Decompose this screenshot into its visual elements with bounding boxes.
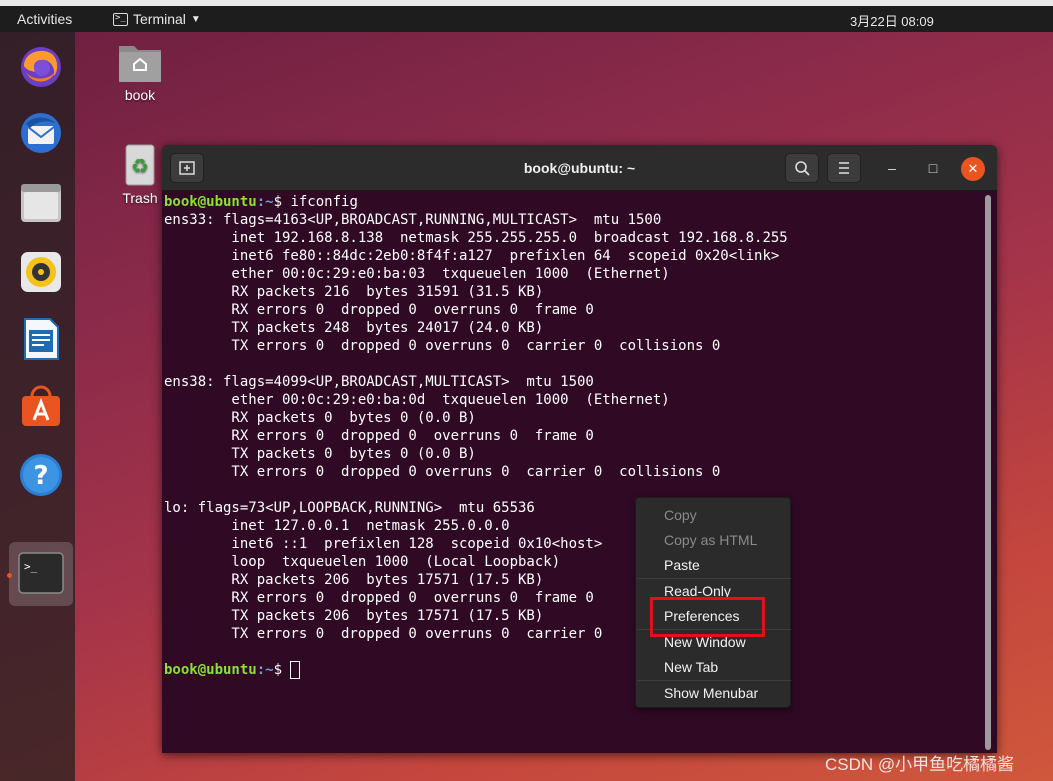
- libreoffice-writer-icon[interactable]: [18, 316, 64, 362]
- text-cursor: [290, 661, 301, 679]
- app-menu-label: Terminal: [133, 11, 186, 27]
- trash-desktop-icon[interactable]: ♻ Trash: [115, 143, 165, 206]
- running-indicator: [7, 573, 12, 578]
- output-line: ether 00:0c:29:e0:ba:0d txqueuelen 1000 …: [164, 392, 670, 408]
- terminal-headerbar: book@ubuntu: ~ ‒ □ ✕: [162, 145, 997, 191]
- output-line: inet 192.168.8.138 netmask 255.255.255.0…: [164, 230, 788, 246]
- prompt-user: book@ubuntu: [164, 662, 257, 678]
- active-prompt-line: book@ubuntu:~$: [164, 661, 984, 679]
- close-button[interactable]: ✕: [961, 157, 985, 181]
- menu-item-copy-as-html[interactable]: Copy as HTML: [664, 532, 757, 548]
- minimize-icon: ‒: [888, 160, 896, 176]
- menu-separator: [637, 578, 791, 579]
- menu-item-copy[interactable]: Copy: [664, 507, 697, 523]
- output-line: RX errors 0 dropped 0 overruns 0 frame 0: [164, 590, 594, 606]
- terminal-small-icon: >_: [113, 12, 128, 26]
- top-bar: Activities >_ Terminal ▼ 3月22日 08:09: [0, 6, 1053, 32]
- output-line: lo: flags=73<UP,LOOPBACK,RUNNING> mtu 65…: [164, 500, 535, 516]
- trash-icon: ♻: [125, 144, 155, 186]
- prompt-symbol: $: [273, 194, 291, 210]
- minimize-button[interactable]: ‒: [880, 157, 904, 181]
- window-title: book@ubuntu: ~: [523, 160, 636, 176]
- trash-label: Trash: [122, 190, 158, 206]
- output-line: RX errors 0 dropped 0 overruns 0 frame 0: [164, 302, 594, 318]
- menu-item-new-tab[interactable]: New Tab: [664, 659, 718, 675]
- thunderbird-icon[interactable]: [18, 110, 64, 156]
- output-line: inet 127.0.0.1 netmask 255.0.0.0: [164, 518, 510, 534]
- output-line: loop txqueuelen 1000 (Local Loopback): [164, 554, 561, 570]
- prompt-user: book@ubuntu: [164, 194, 257, 210]
- ubuntu-software-icon[interactable]: [18, 384, 64, 430]
- output-line: RX packets 216 bytes 31591 (31.5 KB): [164, 284, 544, 300]
- help-icon[interactable]: ?: [18, 452, 64, 498]
- hamburger-menu-button[interactable]: [827, 153, 861, 183]
- files-icon[interactable]: [18, 180, 64, 226]
- search-icon: [795, 161, 810, 176]
- search-button[interactable]: [785, 153, 819, 183]
- annotation-highlight-box: [650, 597, 765, 637]
- terminal-content[interactable]: book@ubuntu:~$ ifconfig ens33: flags=4163…: [164, 193, 984, 753]
- output-line: ether 00:0c:29:e0:ba:03 txqueuelen 1000 …: [164, 266, 670, 282]
- prompt-path: :~: [256, 194, 274, 210]
- hamburger-menu-icon: [839, 162, 849, 174]
- output-line: RX packets 0 bytes 0 (0.0 B): [164, 410, 476, 426]
- svg-text:?: ?: [33, 461, 48, 491]
- output-line: ens33: flags=4163<UP,BROADCAST,RUNNING,M…: [164, 212, 662, 228]
- output-line: inet6 ::1 prefixlen 128 scopeid 0x10<hos…: [164, 536, 603, 552]
- menu-separator: [637, 680, 791, 681]
- svg-text:>_: >_: [24, 560, 38, 573]
- terminal-scrollbar[interactable]: [985, 195, 991, 750]
- output-line: TX packets 0 bytes 0 (0.0 B): [164, 446, 476, 462]
- menu-item-show-menubar[interactable]: Show Menubar: [664, 685, 758, 701]
- app-menu[interactable]: >_ Terminal ▼: [113, 11, 201, 27]
- home-folder-icon: [119, 46, 161, 82]
- maximize-button[interactable]: □: [921, 157, 945, 181]
- command-output: ens33: flags=4163<UP,BROADCAST,RUNNING,M…: [164, 211, 984, 661]
- dock: ? >_: [0, 32, 75, 781]
- firefox-icon[interactable]: [18, 44, 64, 90]
- terminal-window: book@ubuntu: ~ ‒ □ ✕ book@ubuntu:~$ ifco…: [162, 145, 997, 753]
- output-line: TX packets 248 bytes 24017 (24.0 KB): [164, 320, 544, 336]
- close-icon: ✕: [967, 161, 979, 176]
- home-folder-desktop-icon[interactable]: book: [112, 40, 168, 103]
- activities-button[interactable]: Activities: [17, 11, 72, 27]
- command-line: book@ubuntu:~$ ifconfig: [164, 193, 984, 211]
- prompt-symbol: $: [273, 662, 291, 678]
- terminal-icon: >_: [18, 552, 64, 594]
- clock[interactable]: 3月22日 08:09: [850, 11, 934, 30]
- command-text: ifconfig: [290, 194, 358, 210]
- output-line: TX errors 0 dropped 0 overruns 0 carrier…: [164, 464, 721, 480]
- terminal-dock-button[interactable]: >_: [9, 542, 73, 606]
- watermark: CSDN @小甲鱼吃橘橘酱: [825, 755, 1015, 774]
- output-line: TX errors 0 dropped 0 overruns 0 carrier…: [164, 338, 721, 354]
- menu-item-paste[interactable]: Paste: [664, 557, 700, 573]
- maximize-icon: □: [928, 160, 938, 176]
- output-line: TX errors 0 dropped 0 overruns 0 carrier…: [164, 626, 603, 642]
- svg-text:♻: ♻: [131, 154, 149, 178]
- output-line: RX packets 206 bytes 17571 (17.5 KB): [164, 572, 544, 588]
- caret-down-icon: ▼: [190, 13, 201, 25]
- rhythmbox-icon[interactable]: [18, 249, 64, 295]
- output-line: RX errors 0 dropped 0 overruns 0 frame 0: [164, 428, 594, 444]
- output-line: inet6 fe80::84dc:2eb0:8f4f:a127 prefixle…: [164, 248, 780, 264]
- output-line: ens38: flags=4099<UP,BROADCAST,MULTICAST…: [164, 374, 594, 390]
- output-line: TX packets 206 bytes 17571 (17.5 KB): [164, 608, 544, 624]
- prompt-path: :~: [256, 662, 274, 678]
- home-folder-label: book: [124, 87, 156, 103]
